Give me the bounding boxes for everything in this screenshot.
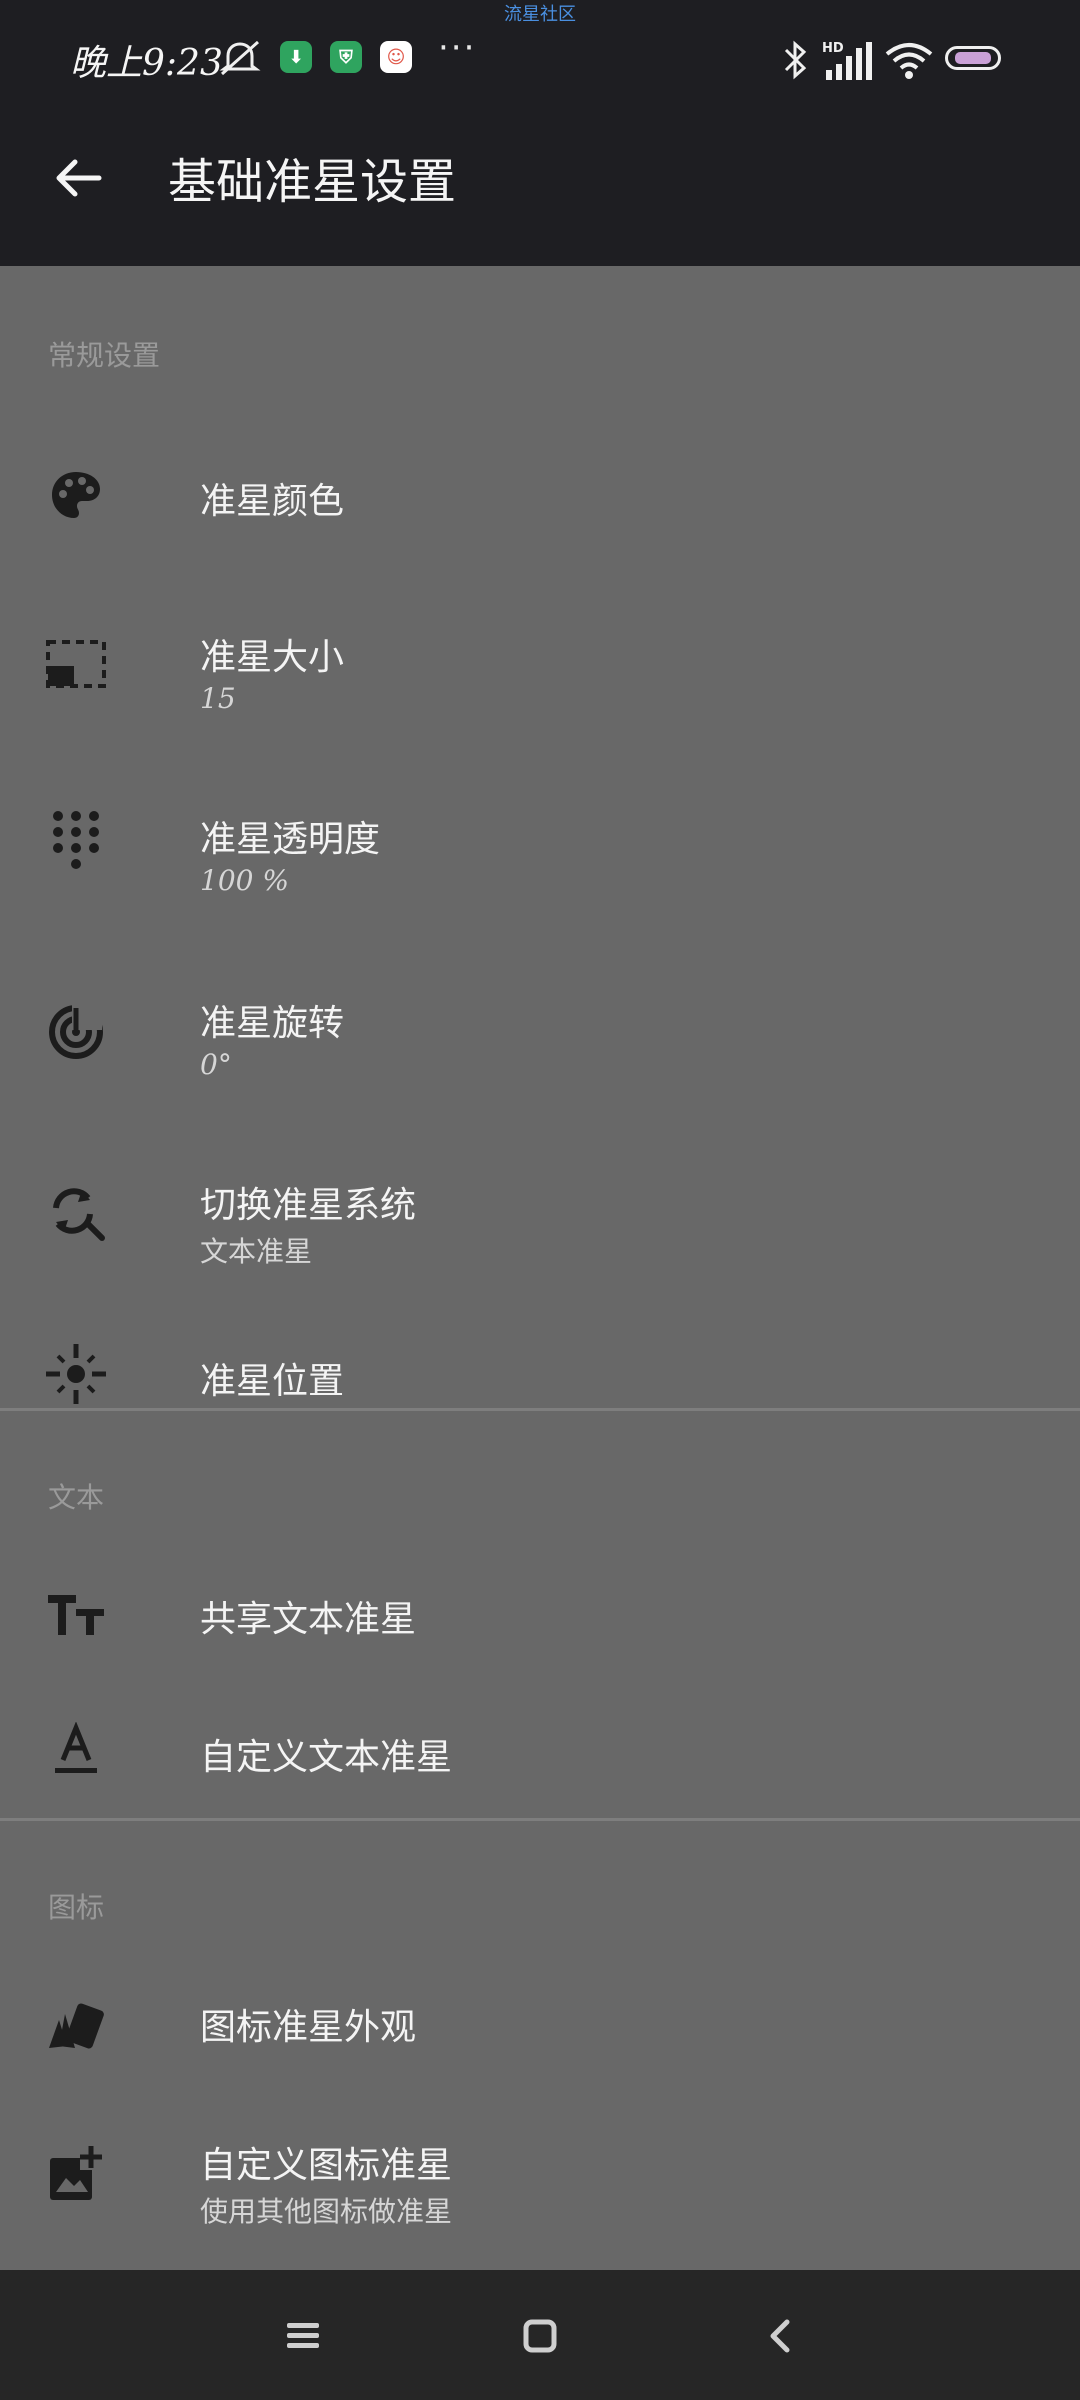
dots-icon (44, 808, 108, 872)
back-button[interactable] (44, 144, 112, 212)
shield-app-icon: ⛨ (330, 41, 362, 73)
home-square-icon (523, 2319, 557, 2353)
section-header-icon: 图标 (48, 1891, 105, 1924)
setting-title: 切换准星系统 (200, 1185, 417, 1226)
setting-crosshair-position[interactable]: 准星位置 (0, 1306, 1080, 1446)
setting-crosshair-opacity[interactable]: 准星透明度 100 % (0, 756, 1080, 940)
setting-custom-icon-crosshair[interactable]: 自定义图标准星 使用其他图标做准星 (0, 2096, 1080, 2280)
setting-title: 准星颜色 (200, 481, 345, 522)
menu-icon (287, 2323, 319, 2348)
setting-crosshair-color[interactable]: 准星颜色 (0, 416, 1080, 576)
setting-switch-crosshair-system[interactable]: 切换准星系统 文本准星 (0, 1124, 1080, 1306)
bluetooth-icon (784, 40, 807, 80)
text-size-icon (44, 1582, 108, 1646)
recents-button[interactable] (273, 2306, 333, 2366)
section-header-general: 常规设置 (48, 339, 161, 372)
setting-value: 100 % (200, 864, 289, 897)
mute-bell-icon (219, 40, 261, 76)
page-title: 基础准星设置 (168, 154, 457, 210)
chevron-left-icon (770, 2319, 790, 2353)
section-divider (0, 1818, 1080, 1821)
rotation-icon (44, 1000, 108, 1064)
section-header-text: 文本 (48, 1481, 105, 1514)
position-icon (44, 1342, 108, 1406)
system-nav-bar (0, 2270, 1080, 2400)
setting-title: 图标准星外观 (200, 2007, 417, 2048)
palette-icon (44, 464, 108, 528)
game-app-icon: ☺ (380, 41, 412, 73)
home-button[interactable] (510, 2306, 570, 2366)
download-app-icon: ⬇ (280, 41, 312, 73)
network-type-label: HD (822, 41, 844, 56)
status-bar: 流星社区 晚上9:23 ⬇ ⛨ ☺ ··· HD (0, 0, 1080, 110)
add-image-icon (44, 2142, 108, 2206)
setting-crosshair-size[interactable]: 准星大小 15 (0, 576, 1080, 756)
setting-title: 共享文本准星 (200, 1599, 417, 1640)
battery-icon (945, 46, 1001, 70)
community-label: 流星社区 (504, 4, 576, 25)
text-format-icon (44, 1718, 108, 1782)
cards-icon (44, 1996, 108, 2060)
section-divider (0, 1408, 1080, 1411)
setting-description: 使用其他图标做准星 (200, 2195, 453, 2228)
setting-title: 自定义文本准星 (200, 1737, 453, 1778)
setting-value: 15 (200, 682, 236, 715)
cell-signal-icon: HD (822, 41, 872, 80)
setting-value: 0° (200, 1048, 232, 1081)
setting-icon-crosshair-appearance[interactable]: 图标准星外观 (0, 1956, 1080, 2096)
setting-custom-text-crosshair[interactable]: 自定义文本准星 (0, 1682, 1080, 1822)
setting-crosshair-rotation[interactable]: 准星旋转 0° (0, 940, 1080, 1124)
top-bar: 流星社区 晚上9:23 ⬇ ⛨ ☺ ··· HD 基础准星设置 (0, 0, 1080, 266)
more-notifications-icon: ··· (438, 28, 477, 68)
setting-title: 准星位置 (200, 1361, 345, 1402)
wifi-icon (885, 43, 933, 79)
setting-title: 准星旋转 (200, 1003, 345, 1044)
setting-title: 准星大小 (200, 637, 345, 678)
nav-back-button[interactable] (750, 2306, 810, 2366)
status-time: 晚上9:23 (70, 43, 223, 84)
setting-title: 准星透明度 (200, 819, 381, 860)
sync-search-icon (44, 1180, 108, 1244)
setting-value: 文本准星 (200, 1235, 313, 1268)
resize-icon (44, 632, 108, 696)
setting-title: 自定义图标准星 (200, 2145, 453, 2186)
setting-shared-text-crosshair[interactable]: 共享文本准星 (0, 1542, 1080, 1682)
back-arrow-icon (56, 159, 102, 197)
